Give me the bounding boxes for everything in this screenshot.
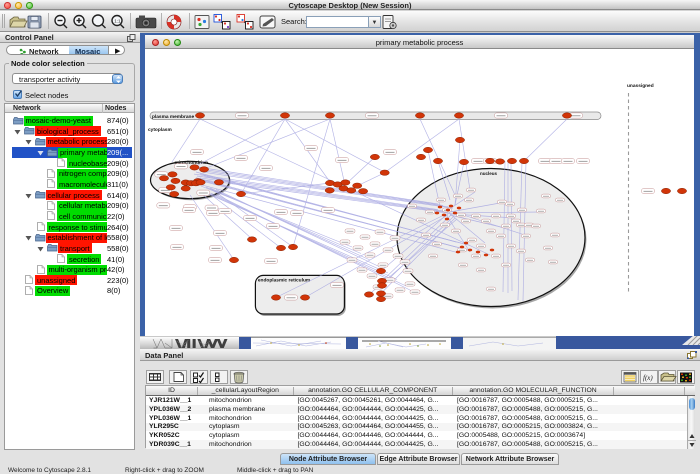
svg-text:endoplasmic reticulum: endoplasmic reticulum [258, 278, 310, 284]
svg-text:nucleus: nucleus [480, 171, 498, 176]
svg-text:f(x): f(x) [643, 374, 653, 382]
svg-text:1:1: 1:1 [114, 19, 121, 24]
svg-text:unassigned: unassigned [627, 83, 654, 89]
svg-text:plasma membrane: plasma membrane [152, 114, 194, 120]
svg-text:cytoplasm: cytoplasm [148, 127, 172, 133]
